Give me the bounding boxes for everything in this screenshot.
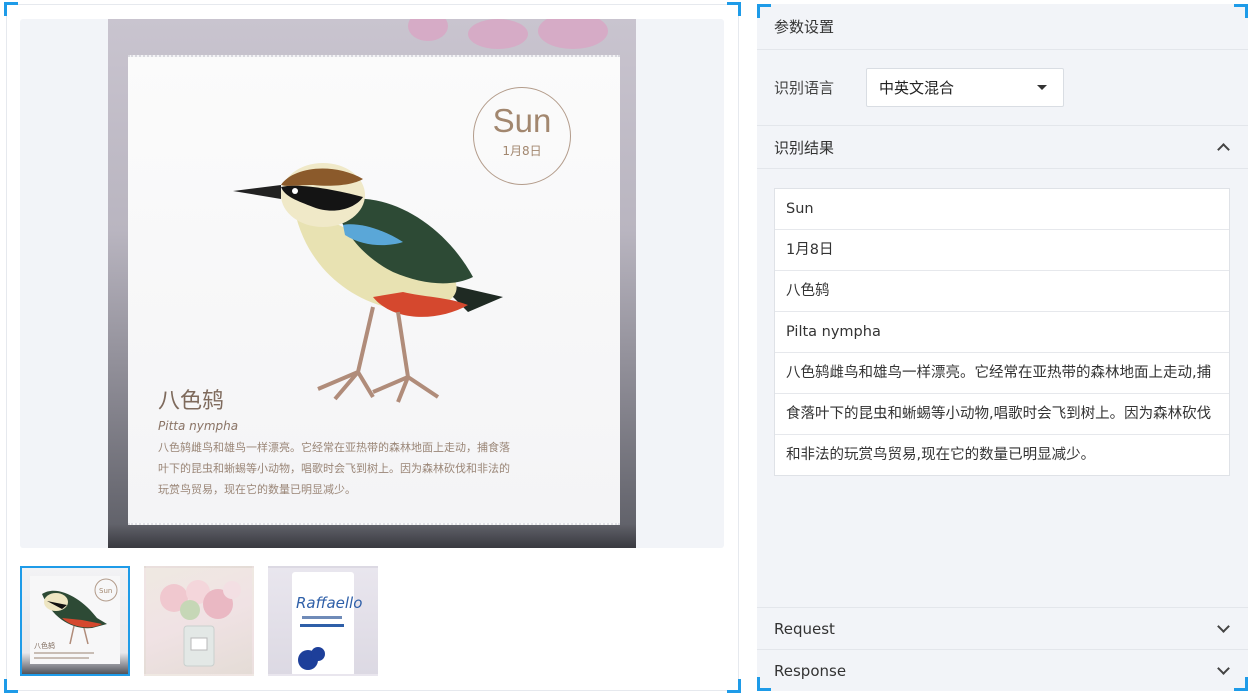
bottom-sections: Request Response xyxy=(757,607,1248,691)
corner-marker xyxy=(757,4,771,18)
result-row: 1月8日 xyxy=(775,229,1229,270)
bird-icon: Sun 八色鸫 xyxy=(30,576,120,664)
flower-icon xyxy=(160,580,241,667)
table-shadow xyxy=(108,524,636,548)
language-select-value: 中英文混合 xyxy=(879,79,955,97)
card-title: 八色鸫 xyxy=(158,389,225,414)
image-preview: Sun 1月8日 八色鸫 Pitta nympha 八色鸫雌鸟和雄鸟一样漂亮。它… xyxy=(20,19,724,548)
settings-panel: 参数设置 识别语言 中英文混合 识别结果 Sun 1月8日 八色鸫 Pilta … xyxy=(757,4,1248,691)
result-row: 食落叶下的昆虫和蜥蜴等小动物,唱歌时会飞到树上。因为森林砍伐 xyxy=(775,393,1229,434)
calendar-card: Sun 1月8日 八色鸫 Pitta nympha 八色鸫雌鸟和雄鸟一样漂亮。它… xyxy=(128,55,620,525)
corner-marker xyxy=(727,2,741,16)
result-row: Sun xyxy=(786,201,814,217)
settings-header: 参数设置 xyxy=(757,4,1248,50)
preview-photo: Sun 1月8日 八色鸫 Pitta nympha 八色鸫雌鸟和雄鸟一样漂亮。它… xyxy=(108,19,636,548)
box-icon: Raffaello xyxy=(292,572,362,674)
chevron-down-icon xyxy=(1217,619,1230,633)
thumb-mini-title: 八色鸫 xyxy=(34,641,55,650)
result-row: 八色鸫 xyxy=(775,270,1229,311)
language-label: 识别语言 xyxy=(774,79,835,97)
corner-marker xyxy=(1234,4,1248,18)
blossom xyxy=(538,19,608,49)
chevron-down-icon xyxy=(1217,661,1230,675)
blossom xyxy=(408,19,448,41)
results-section-header[interactable]: 识别结果 xyxy=(757,126,1248,169)
caret-down-icon xyxy=(1037,85,1047,90)
response-section-header[interactable]: Response xyxy=(757,649,1248,691)
corner-marker xyxy=(727,679,741,693)
thumbnail-bird-calendar[interactable]: Sun 八色鸫 xyxy=(20,566,130,676)
blossom xyxy=(468,19,528,49)
thumbnail-strip: Sun 八色鸫 Raffaello xyxy=(20,566,378,676)
results-container: Sun 1月8日 八色鸫 Pilta nympha 八色鸫雌鸟和雄鸟一样漂亮。它… xyxy=(757,169,1248,609)
language-row: 识别语言 中英文混合 xyxy=(757,50,1248,126)
result-row: 八色鸫雌鸟和雄鸟一样漂亮。它经常在亚热带的森林地面上走动,捕 xyxy=(775,352,1229,393)
request-section-header[interactable]: Request xyxy=(757,607,1248,649)
ocr-demo: Sun 1月8日 八色鸫 Pitta nympha 八色鸫雌鸟和雄鸟一样漂亮。它… xyxy=(0,0,1252,695)
results-list: Sun 1月8日 八色鸫 Pilta nympha 八色鸫雌鸟和雄鸟一样漂亮。它… xyxy=(774,188,1230,476)
thumbnail-flowers[interactable] xyxy=(144,566,254,676)
thumb-mini-day: Sun xyxy=(99,587,112,595)
result-row: 和非法的玩赏鸟贸易,现在它的数量已明显减少。 xyxy=(775,434,1229,475)
result-row: Pilta nympha xyxy=(775,311,1229,352)
card-latin-name: Pitta nympha xyxy=(158,419,239,433)
image-panel: Sun 1月8日 八色鸫 Pitta nympha 八色鸫雌鸟和雄鸟一样漂亮。它… xyxy=(4,2,741,693)
card-description: 八色鸫雌鸟和雄鸟一样漂亮。它经常在亚热带的森林地面上走动，捕食落叶下的昆虫和蜥蜴… xyxy=(158,441,510,496)
bird-illustration xyxy=(233,163,503,403)
results-header-label: 识别结果 xyxy=(774,138,835,157)
corner-marker xyxy=(4,2,18,16)
request-label: Request xyxy=(774,619,835,638)
chevron-up-icon xyxy=(1217,143,1230,156)
response-label: Response xyxy=(774,661,847,680)
language-select[interactable]: 中英文混合 xyxy=(866,68,1064,107)
corner-marker xyxy=(4,679,18,693)
thumb-brand: Raffaello xyxy=(296,594,362,612)
thumbnail-raffaello[interactable]: Raffaello xyxy=(268,566,378,676)
